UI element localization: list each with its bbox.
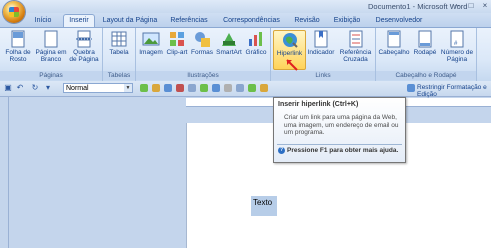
footer-icon [416,30,434,48]
redo-icon[interactable]: ↻ [30,83,40,93]
format-icon-2[interactable] [152,84,160,92]
tab-inserir[interactable]: Inserir [63,14,95,28]
tabela-button[interactable]: Tabela [106,30,132,56]
ribbon: Folha de Rosto Página em Branco Quebra d… [0,27,491,82]
format-icon-9[interactable] [236,84,244,92]
blank-page-icon [42,30,60,48]
format-icon-10[interactable] [248,84,256,92]
folha-de-rosto-button[interactable]: Folha de Rosto [3,30,33,63]
tab-referencias[interactable]: Referências [168,15,210,27]
hyperlink-tooltip: Inserir hiperlink (Ctrl+K) Criar um link… [273,97,406,163]
clip-art-button[interactable]: Clip-art [165,30,189,56]
formatting-toolbar: ▣ ↶ ↻ ▾ Normal ▼ Restringir Formatação e… [0,81,491,98]
rodape-button[interactable]: Rodapé [411,30,439,56]
group-label-cabecalho: Cabeçalho e Rodapé [376,71,476,80]
indicador-button[interactable]: Indicador [306,30,336,56]
tab-inicio[interactable]: Início [30,15,56,27]
red-arrow-cursor-icon [286,59,298,71]
tooltip-help: ? Pressione F1 para obter mais ajuda. [278,147,398,154]
formas-button[interactable]: Formas [191,30,213,56]
shapes-icon [193,30,211,48]
customize-qat-icon[interactable]: ▾ [43,83,53,93]
style-combo[interactable]: Normal ▼ [63,83,133,93]
table-icon [110,30,128,48]
selected-text[interactable]: Texto [251,196,277,216]
chevron-down-icon: ▼ [124,84,132,92]
save-icon[interactable]: ▣ [3,83,13,93]
format-icon-11[interactable] [260,84,268,92]
restrict-icon [407,84,415,92]
picture-icon [142,30,160,48]
help-icon: ? [278,147,285,154]
title-bar: Documento1 - Microsoft Word – □ × [0,0,491,13]
tooltip-title: Inserir hiperlink (Ctrl+K) [278,101,359,108]
format-icon-4[interactable] [176,84,184,92]
group-tabelas: Tabela Tabelas [103,28,136,81]
tab-desenvolvedor[interactable]: Desenvolvedor [373,15,425,27]
tooltip-divider [277,144,402,145]
group-label-paginas: Páginas [0,71,102,80]
grafico-button[interactable]: Gráfico [244,30,268,56]
format-icon-7[interactable] [212,84,220,92]
numero-de-pagina-button[interactable]: # Número de Página [440,30,474,63]
header-icon [385,30,403,48]
format-icon-6[interactable] [200,84,208,92]
maximize-icon[interactable]: □ [464,0,478,12]
minimize-icon[interactable]: – [450,0,464,12]
smartart-icon [220,30,238,48]
group-cabecalho-rodape: Cabeçalho Rodapé # Número de Página Cabe… [376,28,477,81]
format-icon-5[interactable] [188,84,196,92]
tooltip-description: Criar um link para uma página da Web, um… [284,114,399,136]
bookmark-icon [312,30,330,48]
cabecalho-button[interactable]: Cabeçalho [378,30,410,56]
chart-icon [247,30,265,48]
undo-icon[interactable]: ↶ [15,83,25,93]
style-combo-value: Normal [66,85,89,92]
tab-correspondencias[interactable]: Correspondências [219,15,284,27]
vertical-ruler [0,97,9,248]
tab-revisao[interactable]: Revisão [292,15,322,27]
format-icon-3[interactable] [164,84,172,92]
globe-icon [281,31,299,49]
group-label-tabelas: Tabelas [103,71,135,80]
close-icon[interactable]: × [478,0,491,12]
referencia-cruzada-button[interactable]: Referência Cruzada [338,30,373,63]
restrict-editing-label[interactable]: Restringir Formatação e Edição [417,84,491,98]
tab-layout[interactable]: Layout da Página [101,15,159,27]
group-label-ilustracoes: Ilustrações [136,71,270,80]
page-number-icon: # [448,30,466,48]
office-button[interactable] [3,1,25,23]
cross-reference-icon [347,30,365,48]
group-paginas: Folha de Rosto Página em Branco Quebra d… [0,28,103,81]
pagina-em-branco-button[interactable]: Página em Branco [34,30,68,63]
imagem-button[interactable]: Imagem [139,30,163,56]
office-logo-icon [9,7,19,17]
clip-art-icon [168,30,186,48]
group-links: Hiperlink Indicador Referência Cruzada L… [271,28,376,81]
page-break-icon [75,30,93,48]
tooltip-help-text: Pressione F1 para obter mais ajuda. [287,147,399,155]
format-icon-8[interactable] [224,84,232,92]
quebra-de-pagina-button[interactable]: Quebra de Página [69,30,99,63]
group-ilustracoes: Imagem Clip-art Formas SmartArt Gráfico … [136,28,271,81]
group-label-links: Links [271,71,375,80]
smartart-button[interactable]: SmartArt [215,30,243,56]
format-icon-1[interactable] [140,84,148,92]
tab-exibicao[interactable]: Exibição [330,15,364,27]
cover-page-icon [9,30,27,48]
ribbon-tabs: Início Inserir Layout da Página Referênc… [0,13,491,28]
